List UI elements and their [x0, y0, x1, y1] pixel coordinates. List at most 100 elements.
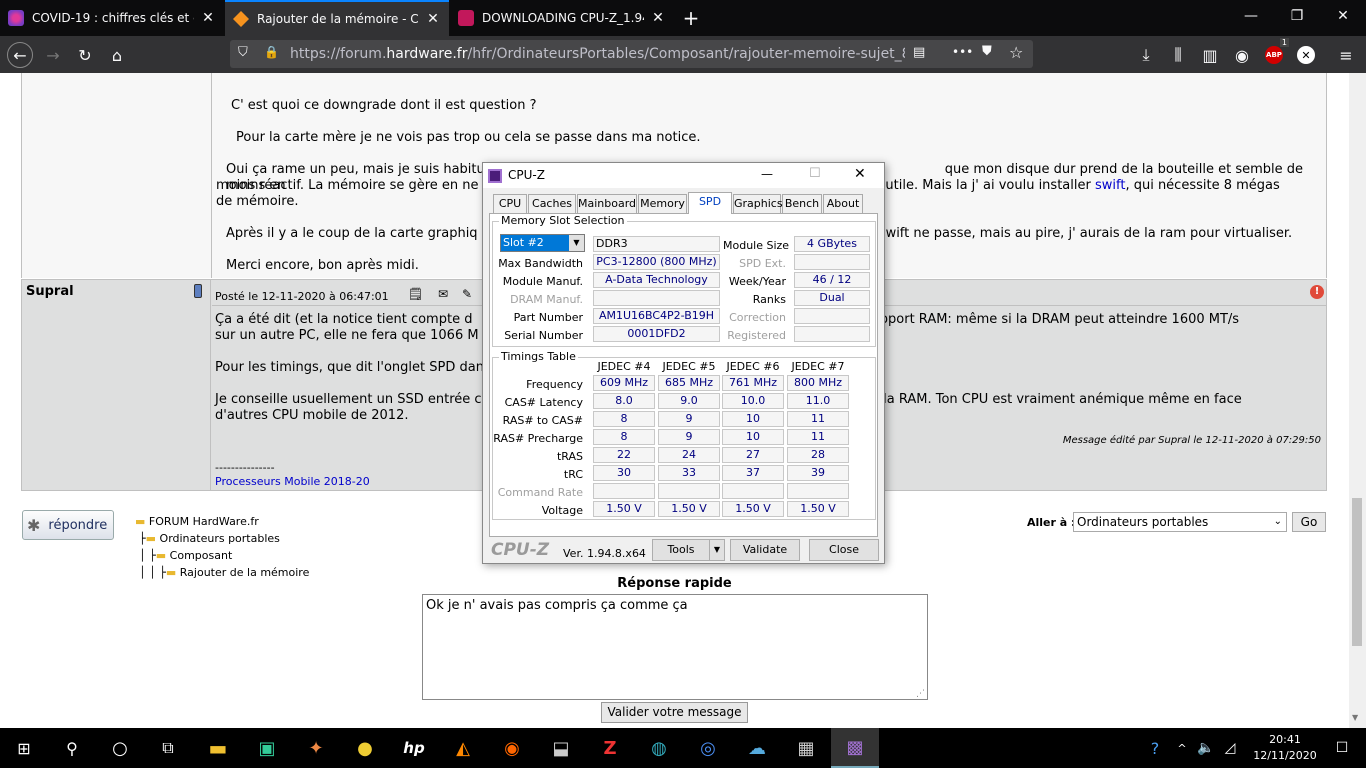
- shield-icon[interactable]: ⛉: [238, 45, 248, 60]
- paint-app-icon[interactable]: ✦: [292, 728, 340, 768]
- breadcrumb-item[interactable]: ▬ FORUM HardWare.fr: [135, 513, 309, 530]
- alert-icon[interactable]: !: [1310, 285, 1324, 299]
- home-icon[interactable]: ⌂: [104, 42, 130, 68]
- avast-icon[interactable]: ◭: [439, 728, 487, 768]
- go-button[interactable]: Go: [1292, 512, 1326, 532]
- post-text: de mémoire.: [216, 194, 299, 209]
- account-icon[interactable]: ◉: [1229, 42, 1255, 68]
- weather-app-icon[interactable]: ●: [341, 728, 389, 768]
- tools-button[interactable]: Tools: [652, 539, 710, 561]
- validate-button[interactable]: Validate: [730, 539, 800, 561]
- search-icon[interactable]: ⚲: [48, 728, 96, 768]
- cpuz-tab-about[interactable]: About: [823, 194, 863, 213]
- tab-covid[interactable]: COVID-19 : chiffres clés et évol ✕: [0, 0, 224, 36]
- post-text: Pour les timings, que dit l'onglet SPD d…: [215, 360, 484, 375]
- pocket-icon[interactable]: ⛊: [982, 44, 992, 59]
- extension-icon[interactable]: ✕: [1293, 42, 1319, 68]
- post-author[interactable]: Supral: [26, 284, 74, 299]
- page-actions-icon[interactable]: •••: [952, 45, 973, 59]
- filezilla-icon[interactable]: Z: [586, 728, 634, 768]
- timings-cell: 33: [658, 465, 720, 481]
- profile-icon[interactable]: 🗒: [408, 287, 423, 301]
- new-tab-button[interactable]: +: [676, 0, 706, 36]
- bookmark-star-icon[interactable]: ☆: [1009, 43, 1023, 62]
- close-button[interactable]: Close: [809, 539, 879, 561]
- timings-cell: 8.0: [593, 393, 655, 409]
- quick-reply-textarea[interactable]: Ok je n' avais pas compris ça comme ça ⋰: [422, 594, 928, 700]
- windows-start-icon[interactable]: ⊞: [0, 728, 48, 768]
- close-icon[interactable]: ✕: [200, 10, 216, 26]
- post-text: Pour la carte mère je ne vois pas trop o…: [236, 130, 701, 145]
- cpuz-taskbar-icon[interactable]: ▩: [831, 728, 879, 768]
- edge-icon[interactable]: ◍: [635, 728, 683, 768]
- file-explorer-icon[interactable]: ▬: [194, 728, 242, 768]
- resize-grip-icon[interactable]: ⋰: [916, 689, 925, 699]
- notification-icon[interactable]: ☐: [1318, 728, 1366, 768]
- system-monitor-icon[interactable]: ▦: [782, 728, 830, 768]
- scroll-down-icon[interactable]: ▼: [1352, 713, 1358, 722]
- registered-value: [794, 326, 870, 342]
- clock[interactable]: 20:41 12/11/2020: [1248, 732, 1322, 764]
- module-size-label: Module Size: [723, 239, 790, 252]
- menu-icon[interactable]: ≡: [1333, 42, 1359, 68]
- window-close-icon[interactable]: ✕: [1320, 0, 1366, 32]
- cpuz-tab-bench[interactable]: Bench: [782, 194, 822, 213]
- memory-type: DDR3: [593, 236, 720, 252]
- swift-link[interactable]: swift: [1095, 178, 1125, 193]
- signature-link[interactable]: Processeurs Mobile 2018-20: [215, 475, 370, 488]
- volume-icon[interactable]: 🔈: [1194, 728, 1218, 768]
- breadcrumb-item[interactable]: ├▬ Ordinateurs portables: [135, 530, 309, 547]
- cpuz-tab-graphics[interactable]: Graphics: [733, 194, 783, 213]
- timings-column-header: JEDEC #7: [791, 360, 845, 373]
- tab-hardware-forum[interactable]: Rajouter de la mémoire - Comp ✕: [225, 0, 449, 36]
- cpuz-tab-caches[interactable]: Caches: [528, 194, 576, 213]
- mail-icon[interactable]: ✉: [438, 287, 448, 301]
- quote-icon[interactable]: ✎: [462, 287, 472, 301]
- close-icon[interactable]: ✕: [425, 11, 441, 27]
- tools-dropdown-icon[interactable]: ▼: [709, 539, 725, 561]
- submit-button[interactable]: Valider votre message: [601, 702, 748, 723]
- cpuz-tab-spd[interactable]: SPD: [688, 192, 732, 214]
- restore-icon[interactable]: ❐: [1274, 0, 1320, 32]
- adblock-icon[interactable]: ABP 1: [1261, 38, 1289, 68]
- breadcrumb-item[interactable]: │ ├▬ Composant: [135, 547, 309, 564]
- cpuz-titlebar[interactable]: CPU-Z — ☐ ✕: [483, 163, 884, 188]
- forward-arrow-icon[interactable]: →: [40, 42, 66, 68]
- cpuz-tab-cpu[interactable]: CPU: [493, 194, 527, 213]
- timings-column-header: JEDEC #6: [726, 360, 780, 373]
- scrollbar-thumb[interactable]: [1352, 498, 1362, 646]
- reply-button[interactable]: ✱ répondre: [22, 510, 114, 540]
- lock-icon[interactable]: 🔒: [264, 45, 279, 59]
- slot-select[interactable]: Slot #2 ▼: [500, 234, 585, 252]
- firefox-icon[interactable]: ◉: [488, 728, 536, 768]
- cpuz-tab-mainboard[interactable]: Mainboard: [577, 194, 637, 213]
- tab-downloading-cpuz[interactable]: DOWNLOADING CPU-Z_1.94-E ✕: [450, 0, 674, 36]
- window-close-icon[interactable]: ✕: [854, 166, 866, 182]
- goto-select[interactable]: Ordinateurs portables ⌄: [1073, 512, 1287, 532]
- cortana-icon[interactable]: ○: [96, 728, 144, 768]
- reload-icon[interactable]: ↻: [72, 42, 98, 68]
- installer-icon[interactable]: ⬓: [537, 728, 585, 768]
- sidebar-icon[interactable]: ▥: [1197, 42, 1223, 68]
- tray-chevron-up-icon[interactable]: ^: [1170, 728, 1194, 768]
- network-icon[interactable]: ◿: [1218, 728, 1242, 768]
- minimize-icon[interactable]: —: [1228, 0, 1274, 32]
- download-icon[interactable]: ⤓: [1133, 42, 1159, 68]
- cloud-app-icon[interactable]: ☁: [733, 728, 781, 768]
- close-icon[interactable]: ✕: [650, 10, 666, 26]
- store-icon[interactable]: ▣: [243, 728, 291, 768]
- timings-cell: 27: [722, 447, 784, 463]
- vertical-scrollbar[interactable]: ▼: [1349, 73, 1366, 730]
- cpuz-tab-memory[interactable]: Memory: [638, 194, 687, 213]
- address-bar[interactable]: ⛉ 🔒 https://forum.hardware.fr/hfr/Ordina…: [230, 40, 1033, 68]
- chrome-icon[interactable]: ◎: [684, 728, 732, 768]
- help-icon[interactable]: ?: [1140, 728, 1170, 768]
- hp-icon[interactable]: hp: [390, 728, 438, 768]
- task-view-icon[interactable]: ⧉: [144, 728, 192, 768]
- timings-cell: 685 MHz: [658, 375, 720, 391]
- url-text[interactable]: https://forum.hardware.fr/hfr/Ordinateur…: [290, 46, 905, 62]
- minimize-icon[interactable]: —: [761, 167, 773, 181]
- reader-view-icon[interactable]: ▤: [913, 45, 925, 60]
- library-icon[interactable]: ⫼: [1165, 42, 1191, 68]
- back-arrow-icon[interactable]: ←: [7, 42, 33, 68]
